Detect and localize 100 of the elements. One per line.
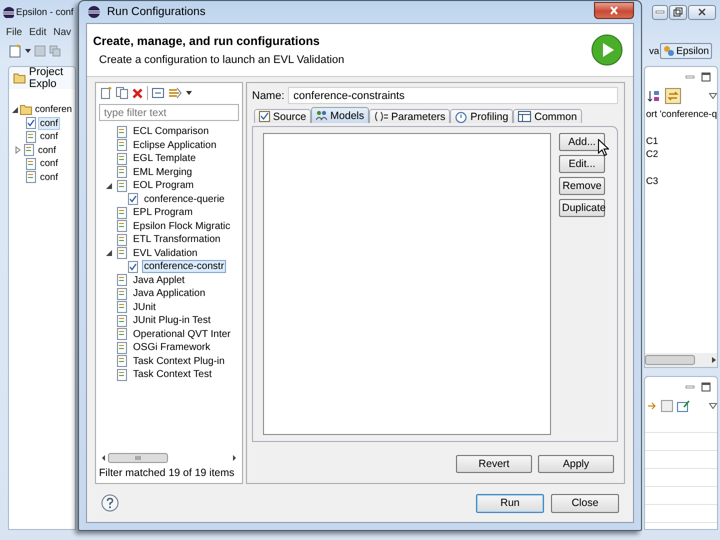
checklist-icon: [127, 260, 139, 273]
tree-item[interactable]: conferen: [33, 103, 74, 116]
scrollbar-thumb-icon[interactable]: [645, 355, 695, 365]
tree-item[interactable]: Eclipse Application: [131, 138, 218, 152]
expanded-arrow-icon[interactable]: [104, 182, 112, 190]
name-field[interactable]: conference-constraints: [288, 87, 618, 104]
tree-item[interactable]: Java Application: [131, 287, 208, 300]
name-label: Name:: [252, 90, 284, 102]
tab[interactable]: Parameters: [369, 109, 450, 123]
outline-line: ort 'conference-q: [646, 109, 717, 122]
checklist-icon: [25, 117, 37, 130]
dropdown-caret-icon[interactable]: [186, 91, 192, 95]
close-button[interactable]: [688, 4, 716, 20]
document-icon: [116, 139, 128, 152]
scroll-right-icon[interactable]: [232, 454, 237, 462]
document-icon: [25, 158, 37, 170]
menu-item[interactable]: File: [6, 26, 22, 38]
document-icon: [23, 144, 35, 156]
document-icon: [116, 247, 128, 260]
document-icon: [116, 342, 128, 354]
expanded-arrow-icon[interactable]: [104, 249, 112, 258]
view-menu-icon[interactable]: [709, 403, 717, 409]
tree-item[interactable]: Operational QVT Inter: [131, 328, 233, 341]
tree-item[interactable]: conf: [38, 157, 60, 170]
close-button[interactable]: [594, 2, 634, 19]
document-icon: [116, 288, 128, 300]
tree-item[interactable]: conference-constr: [142, 260, 226, 274]
scroll-left-icon[interactable]: [101, 454, 106, 462]
tree-item[interactable]: ECL Comparison: [131, 125, 211, 138]
tab[interactable]: Common: [513, 109, 582, 123]
tree-item[interactable]: OSGi Framework: [131, 341, 212, 354]
filter-field[interactable]: type filter text: [99, 104, 239, 121]
tree-item[interactable]: EGL Template: [131, 152, 198, 166]
tree-item[interactable]: JUnit: [131, 300, 158, 314]
restore-button[interactable]: [669, 4, 687, 20]
model-button[interactable]: Remove: [559, 177, 605, 195]
tree-item[interactable]: conference-querie: [142, 192, 227, 206]
restore-icon: [673, 7, 683, 17]
tab[interactable]: Profiling: [450, 109, 514, 123]
edit-window-icon[interactable]: [677, 400, 690, 412]
eclipse-logo-icon: [87, 5, 101, 19]
tab[interactable]: Source: [254, 109, 312, 123]
help-icon[interactable]: [101, 494, 119, 512]
tab[interactable]: Models: [311, 107, 370, 123]
tree-item[interactable]: Epsilon Flock Migratic: [131, 220, 232, 233]
filter-status: Filter matched 19 of 19 items: [98, 466, 236, 481]
eclipse-logo-icon: [2, 6, 14, 18]
run-button[interactable]: Run: [476, 494, 544, 512]
tree-item[interactable]: conf: [38, 130, 60, 144]
model-button[interactable]: Duplicate: [559, 199, 605, 217]
checklist-icon: [259, 111, 270, 122]
model-button[interactable]: Add...: [559, 133, 605, 151]
dialog-description: Create a configuration to launch an EVL Validation: [98, 54, 346, 66]
sort-icon[interactable]: [647, 89, 661, 103]
dropdown-caret-icon[interactable]: [25, 49, 31, 53]
tree-item[interactable]: conf: [38, 170, 60, 184]
close-icon: [609, 6, 619, 15]
document-icon: [116, 301, 128, 314]
document-icon: [116, 328, 128, 340]
run-icon: [591, 34, 623, 66]
tree-item[interactable]: conf: [36, 144, 58, 157]
menu-item[interactable]: Nav: [53, 26, 72, 38]
view-menu-icon[interactable]: [709, 93, 717, 99]
document-icon: [116, 274, 128, 286]
filter-icon[interactable]: [168, 87, 182, 99]
new-file-icon[interactable]: [8, 44, 22, 58]
maximize-icon[interactable]: [701, 382, 711, 392]
tree-item[interactable]: ETL Transformation: [131, 233, 222, 246]
model-button[interactable]: Edit...: [559, 155, 605, 173]
close-icon: [697, 7, 707, 17]
tree-item[interactable]: JUnit Plug-in Test: [131, 314, 213, 328]
tree-item[interactable]: EPL Program: [131, 206, 195, 220]
apply-button[interactable]: Apply: [538, 455, 614, 473]
window-title: Epsilon - conf: [16, 6, 74, 18]
arrow-icon[interactable]: [647, 401, 657, 411]
expanded-arrow-icon[interactable]: [11, 106, 19, 114]
collapse-all-icon[interactable]: [152, 87, 164, 99]
close-dialog-button[interactable]: Close: [551, 494, 619, 512]
duplicate-icon[interactable]: [116, 87, 128, 99]
tree-item[interactable]: Java Applet: [131, 274, 187, 287]
new-config-icon[interactable]: [100, 87, 112, 99]
tree-item[interactable]: EML Merging: [131, 166, 194, 179]
tree-item[interactable]: conf: [38, 116, 60, 130]
menu-item[interactable]: Edit: [29, 26, 46, 38]
outline-line: C1: [646, 136, 660, 148]
document-icon: [116, 166, 128, 178]
tree-item[interactable]: Task Context Test: [131, 368, 214, 382]
tree-item[interactable]: EVL Validation: [131, 246, 200, 260]
collapsed-arrow-icon[interactable]: [14, 146, 22, 154]
revert-button[interactable]: Revert: [456, 455, 532, 473]
delete-icon[interactable]: [132, 88, 143, 98]
scrollbar-thumb-icon[interactable]: [108, 452, 168, 462]
mouse-pointer-icon: [598, 139, 609, 156]
maximize-icon[interactable]: [701, 72, 711, 82]
document-icon: [25, 130, 37, 143]
scroll-right-icon[interactable]: [711, 356, 717, 364]
perspective-button[interactable]: Epsilon: [660, 43, 712, 59]
outline-line: C2: [646, 149, 660, 162]
tree-item[interactable]: EOL Program: [131, 179, 196, 192]
tree-item[interactable]: Task Context Plug-in: [131, 354, 227, 368]
